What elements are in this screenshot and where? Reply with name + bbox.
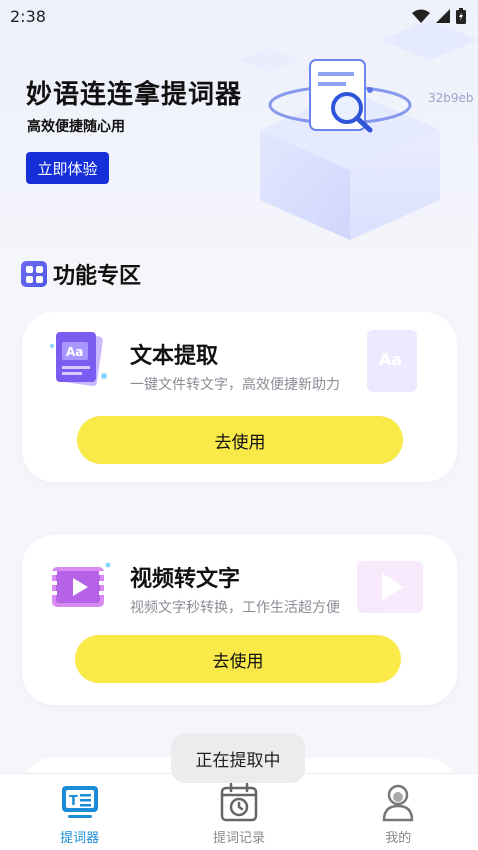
status-bar: 2:38 (0, 0, 478, 32)
card-title: 视频转文字 (130, 567, 241, 592)
section-heading: 功能专区 (21, 258, 141, 290)
text-document-icon: Aa (50, 331, 107, 387)
svg-text:Aa: Aa (66, 345, 83, 359)
tab-teleprompter[interactable]: T 提词器 (25, 782, 135, 846)
profile-icon (383, 784, 414, 822)
video-film-ghost-icon (357, 561, 423, 613)
wifi-icon (412, 9, 430, 23)
history-calendar-icon (220, 782, 258, 822)
tab-profile[interactable]: 我的 (343, 782, 453, 846)
tab-history[interactable]: 提词记录 (184, 782, 294, 846)
toast-message: 正在提取中 (171, 733, 305, 783)
tab-label: 提词器 (60, 831, 100, 846)
battery-icon (456, 8, 466, 24)
tab-label: 提词记录 (212, 831, 265, 846)
svg-text:Aa: Aa (379, 350, 402, 369)
card-video-to-text: 视频转文字 视频文字秒转换，工作生活超方便 去使用 (22, 535, 457, 705)
use-video-to-text-button[interactable]: 去使用 (75, 635, 401, 683)
video-film-icon (52, 562, 111, 607)
text-document-ghost-icon: Aa (367, 330, 417, 392)
hero-title: 妙语连连拿提词器 (26, 80, 243, 110)
hero-id-text: 32b9eb (428, 91, 474, 105)
card-title: 文本提取 (130, 344, 219, 369)
hero-banner: 妙语连连拿提词器 高效便捷随心用 立即体验 32b9eb (0, 0, 478, 250)
grid-apps-icon (21, 261, 47, 287)
bottom-tab-bar: T 提词器 提词记录 我的 (0, 773, 478, 850)
teleprompter-icon: T (61, 786, 98, 818)
status-time: 2:38 (10, 6, 46, 26)
tab-label: 我的 (385, 831, 412, 846)
section-title: 功能专区 (53, 264, 142, 289)
signal-icon (436, 9, 450, 23)
svg-text:T: T (69, 794, 78, 809)
use-text-extraction-button[interactable]: 去使用 (77, 416, 403, 464)
card-description: 视频文字秒转换，工作生活超方便 (130, 600, 340, 616)
try-now-button[interactable]: 立即体验 (26, 152, 109, 184)
card-description: 一键文件转文字，高效便捷新助力 (130, 377, 340, 393)
card-text-extraction: Aa Aa 文本提取 一键文件转文字，高效便捷新助力 去使用 (22, 312, 457, 482)
hero-illustration (240, 20, 478, 240)
hero-subtitle: 高效便捷随心用 (27, 119, 125, 135)
